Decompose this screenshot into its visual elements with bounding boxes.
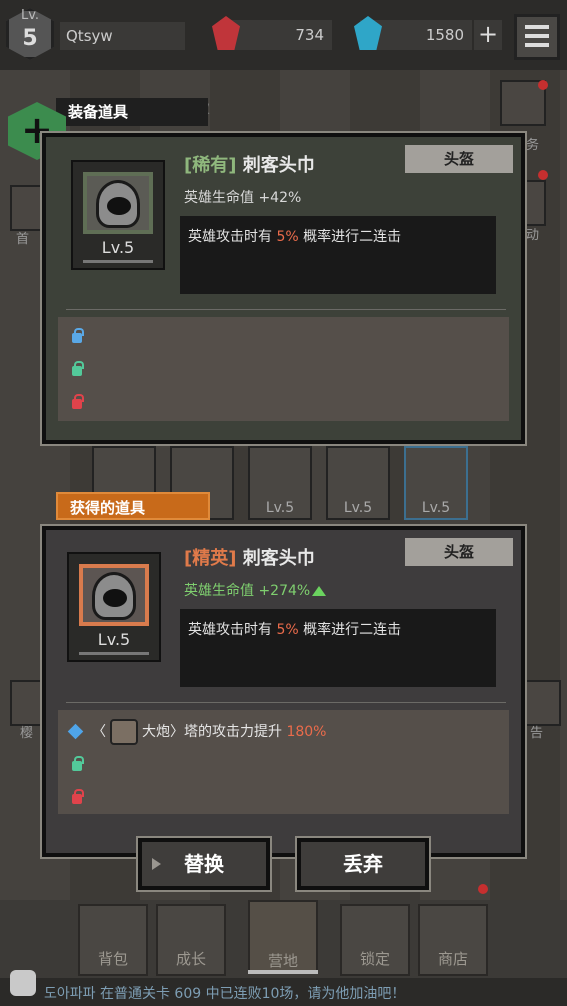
obtained-slot-tag: 头盔 [405,538,513,566]
ticker-text: 도아파파 在普通关卡 609 中已连败10场，请为他加油吧！ [44,986,406,1002]
assassin-hood-icon [92,572,136,620]
equipped-item-rarity: [稀有] [184,155,237,176]
obtained-item-level: Lv.5 [97,630,131,649]
menu-line-icon [525,25,549,29]
chat-icon[interactable] [10,970,36,996]
affix-lock-green-icon [72,756,84,771]
equipped-skill-box: 英雄攻击时有 5% 概率进行二连击 [180,216,496,294]
replace-button-label: 替换 [184,852,224,876]
discard-button-label: 丢弃 [343,852,383,876]
notification-dot [478,884,488,894]
menu-line-icon [525,34,549,38]
obtained-section-label: 获得的道具 [56,492,210,520]
equipped-item-level: Lv.5 [101,238,135,257]
bg-inventory-slot[interactable]: Lv.5 [248,446,312,520]
obtained-affix-box: 〈 大炮〉塔的攻击力提升 180% [58,710,509,814]
nav-camp-label: 营地 [267,952,298,970]
nav-growth-label: 成长 [175,950,206,968]
obtained-skill-prefix: 英雄攻击时有 [188,622,277,638]
level-value: 5 [22,26,38,51]
affix-1-open: 〈 [92,724,106,740]
equipped-item-icon-border [83,172,153,234]
affix-lock-red-icon [72,394,84,409]
assassin-hood-icon [96,180,140,228]
obtained-item-rarity: [精英] [184,548,237,569]
equipped-item-icon-frame: Lv.5 [71,160,165,270]
equipped-slot-tag: 头盔 [405,145,513,173]
equipped-section-label: 装备道具 [56,98,208,126]
obtained-item-name: 刺客头巾 [242,548,315,569]
equipped-item-panel: Lv.5 [稀有] 刺客头巾 头盔 英雄生命值 +42% 英雄攻击时有 5% 概… [40,131,527,446]
equipped-item-title: [稀有] 刺客头巾 [184,151,315,177]
notification-dot [538,80,548,90]
obtained-item-panel: Lv.5 [精英] 刺客头巾 头盔 英雄生命值 +274% 英雄攻击时有 5% … [40,524,527,859]
affix-lock-red-icon [72,789,84,804]
bg-slot-level: Lv.5 [343,500,373,516]
obtained-skill-suffix: 概率进行二连击 [298,622,402,638]
notification-dot [538,170,548,180]
affix-lock-blue-icon [72,328,84,343]
nav-shop-label: 商店 [437,950,468,968]
obtained-item-icon-border [79,564,149,626]
discard-button[interactable]: 丢弃 [295,836,431,892]
bg-slot-level: Lv.5 [421,500,451,516]
nav-bag-label: 背包 [97,950,128,968]
equipped-affix-box [58,317,509,421]
obtained-level-bar [79,652,149,655]
equipped-stat: 英雄生命值 +42% [184,190,302,206]
cannon-tower-icon [110,719,138,745]
obtained-divider [66,702,506,703]
affix-diamond-icon [67,723,84,740]
top-bar: Lv. 5 Qtsyw 734 1580 + [0,0,567,70]
player-name: Qtsyw [60,22,185,50]
affix-1-value: 180% [286,724,327,740]
replace-button[interactable]: 替换 [136,836,272,892]
bg-inventory-slot[interactable]: Lv.5 [404,446,468,520]
menu-line-icon [525,43,549,47]
bg-label-right: 告 [530,726,544,741]
obtained-item-title: [精英] 刺客头巾 [184,544,315,570]
arrow-right-icon [152,858,161,870]
stat-up-arrow-icon [312,586,327,596]
bg-label-left: 首 [16,232,30,247]
bg-label-right: 务 [526,138,540,153]
bg-slot-level: Lv.5 [265,500,295,516]
equipped-skill-suffix: 概率进行二连击 [298,229,402,245]
obtained-stat: 英雄生命值 +274% [184,580,327,600]
affix-lock-green-icon [72,361,84,376]
equipped-skill-prefix: 英雄攻击时有 [188,229,277,245]
obtained-affix-1: 〈 大炮〉塔的攻击力提升 180% [92,719,326,745]
level-label: Lv. [20,8,40,23]
equipped-level-bar [83,260,153,263]
buy-gems-button[interactable]: + [474,20,502,50]
bg-label-right: 动 [526,228,540,243]
obtained-skill-value: 5% [276,622,299,638]
equipped-item-name: 刺客头巾 [242,155,315,176]
obtained-skill-box: 英雄攻击时有 5% 概率进行二连击 [180,609,496,687]
affix-1-tower: 大炮 [142,724,170,740]
equipped-skill-value: 5% [276,229,299,245]
affix-1-mid: 〉塔的攻击力提升 [170,724,287,740]
nav-active-indicator [248,970,318,974]
obtained-stat-text: 英雄生命值 +274% [184,583,311,599]
menu-button[interactable] [514,14,560,60]
obtained-item-icon-frame: Lv.5 [67,552,161,662]
nav-locked-label: 锁定 [359,950,390,968]
bg-label-left: 樱 [20,726,34,741]
equipped-divider [66,309,506,310]
bg-inventory-slot[interactable]: Lv.5 [326,446,390,520]
